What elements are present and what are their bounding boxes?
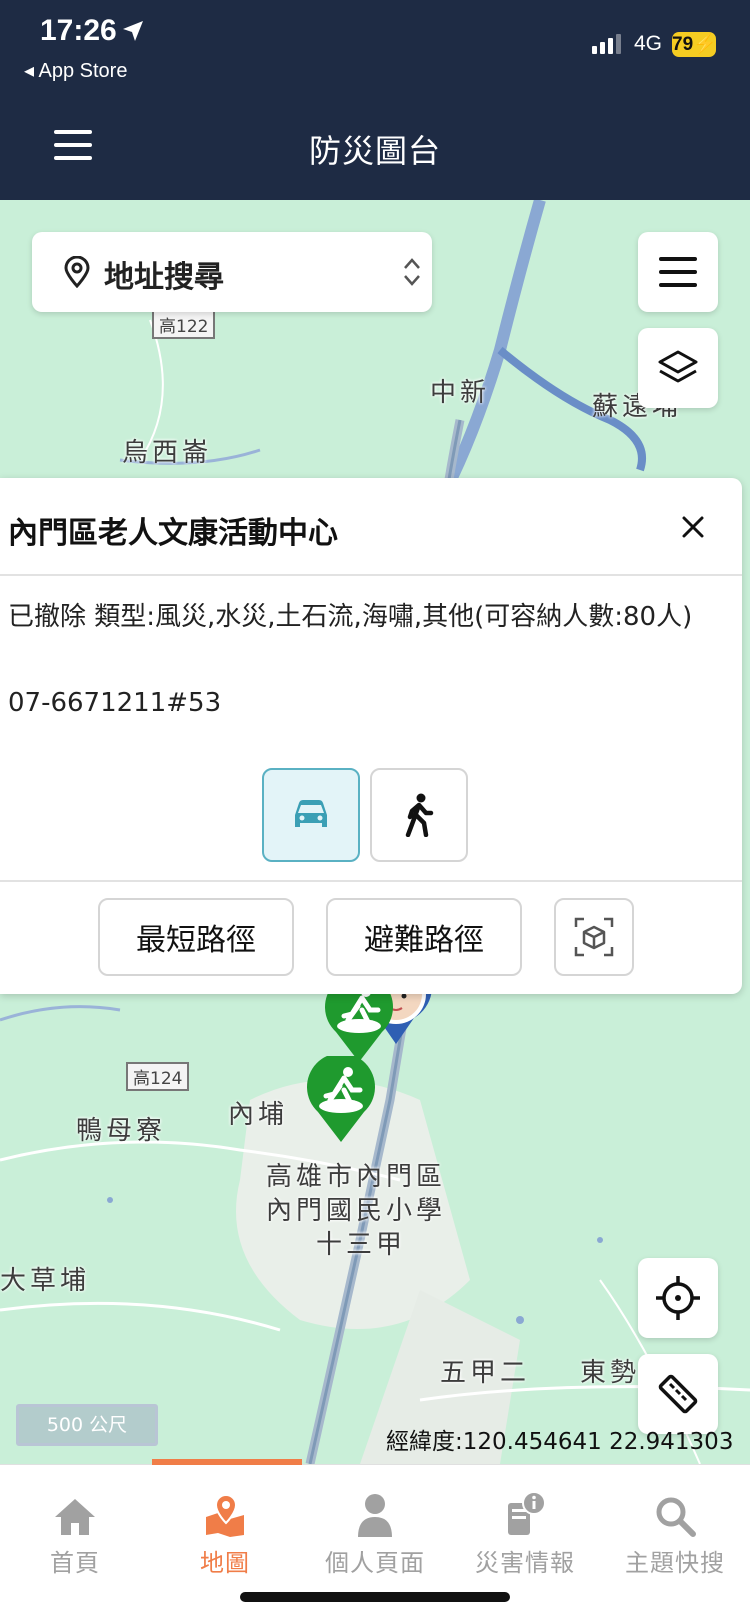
- map-scale-bar: 500 公尺: [16, 1404, 158, 1446]
- active-tab-indicator: [152, 1459, 302, 1465]
- battery-indicator: 79⚡: [672, 32, 717, 57]
- divider: [0, 574, 742, 576]
- evacuation-route-button[interactable]: 避難路徑: [326, 898, 522, 976]
- page-title: 防災圖台: [308, 132, 441, 170]
- tab-disaster-info-label: 災害情報: [475, 1549, 575, 1577]
- map-label-wuxilun: 烏西崙: [122, 438, 213, 468]
- search-mode-label: 地址搜尋: [104, 260, 224, 295]
- map-label-yamuliao: 鴨母寮: [76, 1116, 167, 1146]
- ruler-icon: [658, 1374, 698, 1414]
- close-icon[interactable]: [676, 510, 710, 544]
- map-label-wujiaer: 五甲二: [440, 1358, 531, 1388]
- divider: [0, 880, 742, 882]
- tab-topic-search-label: 主題快搜: [625, 1549, 725, 1577]
- location-phone[interactable]: 07-6671211#53: [8, 688, 221, 718]
- tab-map[interactable]: 地圖: [150, 1485, 300, 1578]
- map-label-neimen-district: 高雄市內門區: [266, 1162, 447, 1192]
- my-location-button[interactable]: [638, 1258, 718, 1338]
- map-menu-button[interactable]: [638, 232, 718, 312]
- network-type: 4G: [634, 32, 663, 55]
- location-info-card: 內門區老人文康活動中心 已撤除 類型:風災,水災,土石流,海嘯,其他(可容納人數…: [0, 478, 742, 994]
- tab-topic-search[interactable]: 主題快搜: [600, 1485, 750, 1578]
- map-label-dacaopu: 大草埔: [0, 1266, 91, 1296]
- location-title: 內門區老人文康活動中心: [8, 516, 338, 551]
- person-icon: [358, 1494, 392, 1537]
- map-layers-button[interactable]: [638, 328, 718, 408]
- search-icon: [656, 1497, 696, 1537]
- road-shield-kao124: 高124: [126, 1062, 190, 1091]
- map-label-shisanjia: 十三甲: [316, 1230, 407, 1260]
- signal-strength-icon: [592, 34, 621, 54]
- disaster-info-icon: [508, 1491, 546, 1535]
- tab-disaster-info[interactable]: 災害情報: [450, 1485, 600, 1578]
- home-indicator: [240, 1592, 510, 1602]
- shelter-marker-icon[interactable]: [304, 1056, 378, 1144]
- road-shield-kao122: 高122: [152, 310, 216, 339]
- map-label-neipu: 內埔: [228, 1100, 289, 1130]
- tab-map-label: 地圖: [200, 1549, 250, 1577]
- location-pin-icon: [64, 256, 90, 288]
- back-to-app-store-link[interactable]: ◂ App Store: [24, 58, 127, 83]
- tab-profile-label: 個人頁面: [325, 1549, 425, 1577]
- address-search-dropdown[interactable]: 地址搜尋: [32, 232, 432, 312]
- list-icon: [659, 257, 697, 287]
- map-label-neimen-elementary: 內門國民小學: [266, 1196, 447, 1226]
- map-label-zhongxin: 中新: [430, 378, 491, 408]
- app-header: 防災圖台: [0, 100, 750, 200]
- walk-mode-button[interactable]: [370, 768, 468, 862]
- tab-home[interactable]: 首頁: [0, 1485, 150, 1578]
- layers-icon: [658, 350, 698, 383]
- ar-cube-icon: [574, 917, 614, 957]
- status-time: 17:26: [40, 14, 117, 47]
- map-label-dongshi: 東勢: [580, 1358, 641, 1388]
- battery-level: 79: [672, 34, 694, 55]
- tab-home-label: 首頁: [50, 1549, 100, 1577]
- car-icon: [295, 800, 327, 827]
- status-bar: 17:26 ◂ App Store 4G 79⚡: [0, 0, 750, 100]
- location-arrow-icon: [123, 21, 143, 41]
- home-icon: [55, 1499, 95, 1535]
- location-description: 已撤除 類型:風災,水災,土石流,海嘯,其他(可容納人數:80人): [8, 602, 693, 632]
- chevron-up-down-icon: [404, 258, 420, 286]
- map-icon: [206, 1493, 244, 1537]
- shortest-route-button[interactable]: 最短路徑: [98, 898, 294, 976]
- crosshair-icon: [656, 1276, 700, 1320]
- coordinates-readout: 經緯度:120.454641 22.941303: [386, 1429, 734, 1455]
- ar-view-button[interactable]: [554, 898, 634, 976]
- drive-mode-button[interactable]: [262, 768, 360, 862]
- tab-profile[interactable]: 個人頁面: [300, 1485, 450, 1578]
- walking-icon: [405, 793, 434, 837]
